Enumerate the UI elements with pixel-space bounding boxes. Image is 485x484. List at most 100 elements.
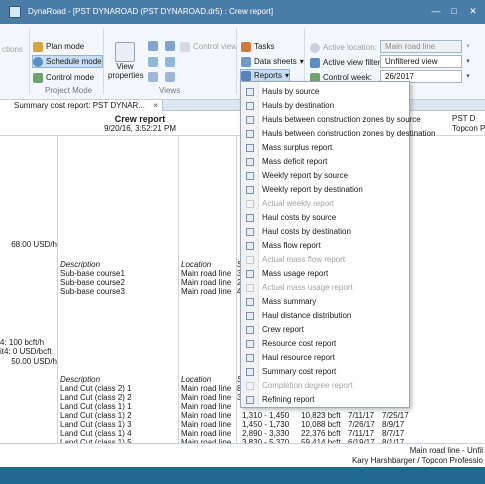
table-row-description: Land Cut (class 1) 1 (60, 402, 132, 411)
reports-icon (241, 70, 251, 81)
menu-item-weekly-report-by-source[interactable]: Weekly report by source (241, 169, 409, 183)
menu-item-crew-report[interactable]: Crew report (241, 323, 409, 337)
table-row-description: Sub-base course2 (60, 278, 125, 287)
view-properties-icon (115, 42, 135, 62)
chevron-down-icon[interactable]: ▾ (462, 40, 474, 53)
table-row-location: Main road line (181, 287, 232, 296)
report-icon (246, 242, 254, 250)
menu-item-haul-distance-distribution[interactable]: Haul distance distribution (241, 309, 409, 323)
active-location-select[interactable]: Main road line (380, 40, 462, 53)
table-row-station: 1,310 - 1,450 (242, 411, 290, 420)
table-row-quantity: 22,376 bcft (301, 429, 341, 438)
data-sheets-icon (241, 56, 251, 67)
report-title: Crew report (114, 114, 166, 124)
control-view-button[interactable]: Control view (180, 40, 237, 53)
close-window-button[interactable]: ✕ (465, 5, 481, 18)
status-location-filter: Main road line - Unfil (409, 446, 483, 455)
control-mode-button[interactable]: Control mode (33, 71, 94, 84)
report-icon (246, 228, 254, 236)
chevron-down-icon[interactable]: ▾ (462, 55, 474, 68)
menu-item-completion-degree-report[interactable]: Completion degree report (241, 379, 409, 393)
rate-value: 68.00 USD/h (11, 240, 57, 249)
report-icon (246, 326, 254, 334)
menu-item-actual-weekly-report[interactable]: Actual weekly report (241, 197, 409, 211)
menu-item-hauls-zones-by-destination[interactable]: Hauls between construction zones by dest… (241, 127, 435, 141)
report-icon (246, 354, 254, 362)
project-mode-group-label: Project Mode (45, 86, 93, 95)
menu-item-haul-costs-by-destination[interactable]: Haul costs by destination (241, 225, 409, 239)
view-icon-4[interactable] (165, 57, 175, 67)
view-properties-button[interactable]: View properties (108, 42, 144, 86)
view-icon-6[interactable] (165, 72, 175, 82)
ribbon-actions-cut[interactable]: ctions (2, 43, 23, 56)
menu-item-hauls-by-source[interactable]: Hauls by source (241, 85, 409, 99)
report-icon (246, 214, 254, 222)
views-group-label: Views (159, 86, 181, 95)
menu-item-haul-costs-by-source[interactable]: Haul costs by source (241, 211, 409, 225)
menu-item-haul-resource-report[interactable]: Haul resource report (241, 351, 409, 365)
report-icon (246, 186, 254, 194)
tasks-button[interactable]: Tasks (241, 40, 274, 53)
table-row-location: Main road line (181, 420, 232, 429)
table-row-description: Land Cut (class 1) 2 (60, 411, 132, 420)
report-icon (246, 368, 254, 376)
menu-item-actual-mass-usage-report[interactable]: Actual mass usage report (241, 281, 409, 295)
view-icon-2[interactable] (165, 41, 175, 51)
table-row-description: Sub-base course1 (60, 269, 125, 278)
active-view-filter-select[interactable]: Unfiltered view (380, 55, 462, 68)
control-view-icon (180, 41, 190, 52)
table-row-location: Main road line (181, 411, 232, 420)
menu-item-actual-mass-flow-report[interactable]: Actual mass flow report (241, 253, 409, 267)
menu-item-hauls-by-destination[interactable]: Hauls by destination (241, 99, 409, 113)
data-sheets-button[interactable]: Data sheets ▾ (241, 55, 304, 68)
column-header-description: Description (60, 260, 101, 269)
note-bcft-rate: 4: 100 bcft/h (0, 338, 45, 347)
menu-item-mass-usage-report[interactable]: Mass usage report (241, 267, 409, 281)
menu-item-mass-surplus-report[interactable]: Mass surplus report (241, 141, 409, 155)
table-row-start: 7/11/17 (348, 429, 375, 438)
report-icon (246, 144, 254, 152)
menu-item-summary-cost-report[interactable]: Summary cost report (241, 365, 409, 379)
report-icon (246, 270, 254, 278)
menu-item-resource-cost-report[interactable]: Resource cost report (241, 337, 409, 351)
report-company-name: Topcon Professio (452, 124, 485, 133)
report-icon (246, 116, 254, 124)
table-row-start: 7/11/17 (348, 411, 375, 420)
table-row-location: Main road line (181, 393, 232, 402)
view-icon-5[interactable] (148, 72, 158, 82)
menu-item-mass-summary[interactable]: Mass summary (241, 295, 409, 309)
table-row-end: 8/7/17 (382, 429, 405, 438)
report-icon (246, 256, 254, 264)
control-mode-icon (33, 72, 43, 83)
table-row-description: Land Cut (class 2) 2 (60, 393, 132, 402)
table-row-description: Sub-base course3 (60, 287, 125, 296)
menu-item-weekly-report-by-destination[interactable]: Weekly report by destination (241, 183, 409, 197)
table-row-location: Main road line (181, 402, 232, 411)
menu-item-hauls-zones-by-source[interactable]: Hauls between construction zones by sour… (241, 113, 421, 127)
plan-mode-button[interactable]: Plan mode (33, 40, 84, 53)
report-icon (246, 102, 254, 110)
ribbon-separator (29, 28, 30, 94)
maximize-button[interactable]: □ (446, 5, 462, 18)
report-icon (246, 158, 254, 166)
chevron-down-icon[interactable]: ▾ (462, 70, 474, 83)
view-icon-3[interactable] (148, 57, 158, 67)
window-title: DynaRoad - [PST DYNAROAD (PST DYNAROAD.d… (28, 7, 274, 16)
table-row-description: Land Cut (class 2) 1 (60, 384, 132, 393)
desktop-strip (0, 467, 485, 484)
menu-item-mass-deficit-report[interactable]: Mass deficit report (241, 155, 409, 169)
minimize-button[interactable]: — (428, 5, 444, 18)
plan-mode-icon (33, 41, 43, 52)
ribbon-separator (103, 28, 104, 94)
tasks-icon (241, 41, 251, 52)
close-icon[interactable]: × (153, 101, 158, 110)
menu-item-mass-flow-report[interactable]: Mass flow report (241, 239, 409, 253)
tab-summary-cost-report[interactable]: Summary cost report: PST DYNAR... × (0, 100, 163, 111)
active-view-filter-label: Active view filter: (310, 56, 383, 69)
table-row-end: 8/9/17 (382, 420, 405, 429)
report-icon (246, 284, 254, 292)
view-icon-1[interactable] (148, 41, 158, 51)
schedule-mode-button[interactable]: Schedule mode (32, 55, 103, 68)
table-row-station: 1,450 - 1,730 (242, 420, 290, 429)
menu-item-refining-report[interactable]: Refining report (241, 393, 409, 407)
